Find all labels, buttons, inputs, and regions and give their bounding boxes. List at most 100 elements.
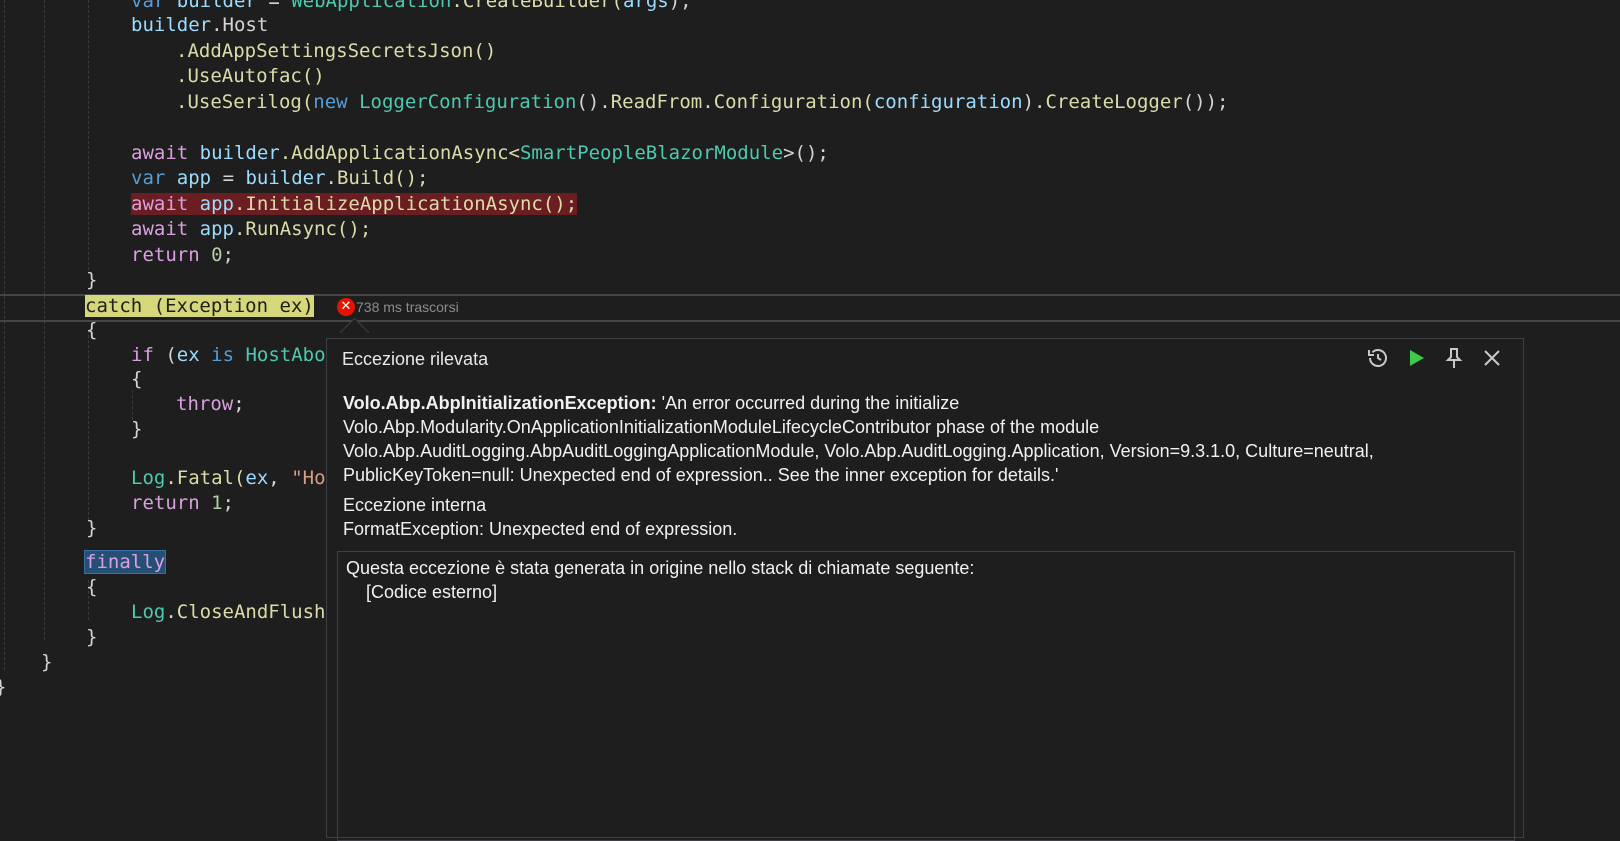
code-line[interactable]: return 1; — [131, 490, 234, 516]
code-line[interactable]: { — [131, 366, 142, 392]
code-line[interactable]: throw; — [176, 391, 245, 417]
code-token: catch — [85, 295, 143, 317]
indent-guide — [88, 330, 89, 520]
code-token: .CloseAndFlush — [165, 601, 326, 623]
code-token: var — [131, 0, 166, 12]
code-token: .CreateBuilder( — [451, 0, 623, 12]
close-icon[interactable] — [1479, 345, 1505, 371]
code-token: Exception — [165, 295, 269, 317]
code-line[interactable]: var app = builder.Build(); — [131, 165, 429, 191]
code-line[interactable]: } — [0, 674, 6, 700]
code-token: if — [131, 344, 154, 366]
exception-message: Volo.Abp.AbpInitializationException: 'An… — [343, 391, 1493, 487]
code-line[interactable]: builder.Host — [131, 12, 268, 38]
code-token: args — [622, 0, 669, 12]
code-token: SmartPeopleBlazorModule — [519, 142, 784, 164]
code-token: ) — [302, 295, 314, 317]
code-line[interactable]: Log.Fatal(ex, "Ho — [131, 465, 326, 491]
code-line-catch[interactable]: catch (Exception ex) — [85, 293, 314, 319]
continue-icon[interactable] — [1403, 345, 1429, 371]
code-line[interactable]: .UseSerilog(new LoggerConfiguration().Re… — [176, 89, 1229, 115]
code-token: await — [131, 193, 189, 215]
code-line[interactable]: await app.RunAsync(); — [131, 216, 371, 242]
current-statement-highlight: await app.InitializeApplicationAsync(); — [131, 193, 578, 215]
code-token: ; — [222, 492, 234, 514]
code-token: await — [131, 142, 189, 164]
code-token: WebApplication — [291, 0, 452, 12]
code-token: } — [86, 269, 98, 291]
code-token: app — [199, 193, 234, 215]
code-token: .UseSerilog( — [176, 91, 314, 113]
code-token: .Host — [211, 14, 269, 36]
code-line[interactable]: { — [86, 317, 97, 343]
code-line[interactable]: .UseAutofac() — [176, 63, 325, 89]
code-token: ). — [1022, 91, 1046, 113]
code-line[interactable]: Log.CloseAndFlush — [131, 599, 325, 625]
code-line[interactable]: if (ex is HostAbo — [131, 342, 326, 368]
code-token: = — [222, 167, 235, 189]
code-token: CreateLogger — [1045, 91, 1183, 113]
indent-guide — [4, 0, 5, 670]
code-line[interactable]: } — [86, 267, 97, 293]
code-token: Log — [131, 601, 166, 623]
code-token: 1 — [211, 492, 223, 514]
code-line[interactable]: await builder.AddApplicationAsync<SmartP… — [131, 140, 829, 166]
inner-exception-heading: Eccezione interna — [343, 495, 487, 515]
code-token: ex — [279, 295, 303, 317]
code-line[interactable]: return 0; — [131, 242, 234, 268]
code-token: } — [0, 676, 6, 698]
exception-helper-popup[interactable]: Eccezione rilevata Volo.Abp.AbpInitializ… — [326, 338, 1524, 841]
code-token: { — [131, 368, 143, 390]
code-line[interactable]: } — [86, 624, 97, 650]
code-token: } — [41, 651, 53, 673]
code-token: .AddAppSettingsSecretsJson() — [176, 40, 497, 62]
code-token: = — [268, 0, 280, 12]
code-token: .InitializeApplicationAsync(); — [233, 193, 578, 215]
code-token: builder — [176, 0, 257, 12]
exception-message-line: Volo.Abp.Modularity.OnApplicationInitial… — [343, 417, 1100, 437]
code-token: { — [86, 576, 98, 598]
code-token: app — [176, 167, 212, 189]
code-token: } — [86, 626, 98, 648]
exception-message-line: Volo.Abp.AuditLogging.AbpAuditLoggingApp… — [343, 441, 1374, 461]
popup-title: Eccezione rilevata — [342, 349, 489, 369]
code-token: var — [131, 167, 166, 189]
exception-type[interactable]: Volo.Abp.AbpInitializationException: — [343, 393, 657, 413]
history-icon[interactable] — [1365, 345, 1391, 371]
pin-icon[interactable] — [1441, 345, 1467, 371]
call-stack-heading: Questa eccezione è stata generata in ori… — [346, 558, 975, 578]
code-line-current-statement[interactable]: await app.InitializeApplicationAsync(); — [131, 191, 578, 217]
inner-exception-value[interactable]: FormatException: Unexpected end of expre… — [343, 519, 737, 540]
code-token: .AddApplicationAsync< — [279, 142, 520, 164]
next-statement-highlight: catch (Exception ex) — [85, 295, 314, 317]
code-line[interactable]: { — [86, 574, 97, 600]
code-token: await — [131, 218, 189, 240]
code-token: >(); — [783, 142, 829, 164]
code-token: ( — [153, 295, 166, 317]
code-token: throw — [176, 393, 234, 415]
call-stack-panel[interactable]: Questa eccezione è stata generata in ori… — [337, 551, 1515, 841]
exception-message-line: PublicKeyToken=null: Unexpected end of e… — [343, 465, 1059, 485]
selected-text: finally — [83, 550, 167, 574]
error-x-icon[interactable]: ✕ — [337, 298, 355, 316]
perf-tip-elapsed[interactable]: 738 ms trascorsi — [356, 298, 459, 316]
code-token: "Ho — [291, 467, 326, 489]
code-line[interactable]: } — [41, 649, 52, 675]
popup-actions — [1365, 345, 1505, 371]
code-token: LoggerConfiguration — [359, 91, 577, 113]
code-token: ; — [233, 393, 245, 415]
code-token: ReadFrom — [610, 91, 703, 113]
code-token: builder — [131, 14, 212, 36]
code-line[interactable]: } — [131, 416, 142, 442]
code-line[interactable]: .AddAppSettingsSecretsJson() — [176, 38, 496, 64]
code-token: { — [86, 319, 98, 341]
code-token: , — [268, 467, 280, 489]
indent-guide — [88, 0, 89, 270]
code-line-finally[interactable]: finally — [83, 549, 167, 575]
code-token: ; — [222, 244, 234, 266]
call-stack-item[interactable]: [Codice esterno] — [366, 582, 497, 603]
code-token: builder — [199, 142, 280, 164]
code-token: new — [313, 91, 348, 113]
code-line[interactable]: } — [86, 515, 97, 541]
code-token: app — [199, 218, 234, 240]
